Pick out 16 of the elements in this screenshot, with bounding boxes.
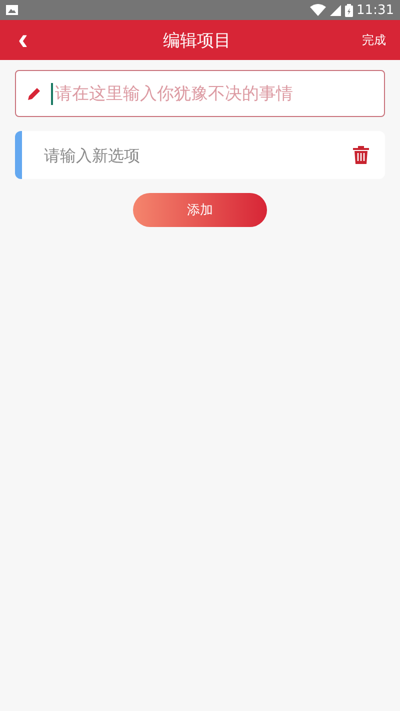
wifi-icon — [310, 4, 326, 16]
signal-icon — [330, 4, 341, 16]
status-time: 11:31 — [356, 2, 394, 18]
trash-icon — [353, 146, 369, 164]
back-button[interactable]: ‹ — [14, 25, 32, 55]
battery-icon — [344, 4, 353, 16]
pencil-icon — [28, 87, 41, 100]
question-input[interactable]: 请在这里输入你犹豫不决的事情 — [51, 82, 372, 104]
picture-notification-icon — [6, 5, 18, 15]
option-input[interactable]: 请输入新选项 — [42, 144, 353, 166]
option-field[interactable]: 请输入新选项 — [15, 131, 385, 179]
add-button[interactable]: 添加 — [133, 193, 267, 227]
delete-button[interactable] — [353, 146, 369, 164]
page-title: 编辑项目 — [163, 30, 231, 52]
question-field[interactable]: 请在这里输入你犹豫不决的事情 — [15, 70, 385, 117]
done-button[interactable]: 完成 — [362, 32, 386, 48]
